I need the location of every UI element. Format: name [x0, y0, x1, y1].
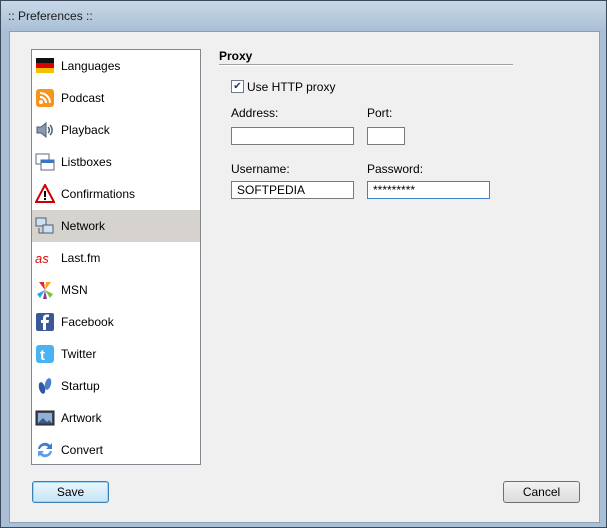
sidebar-item-msn[interactable]: MSN	[32, 274, 200, 306]
sidebar-item-convert[interactable]: Convert	[32, 434, 200, 464]
msn-icon	[37, 282, 53, 299]
use-http-proxy-checkbox[interactable]: ✔	[231, 80, 244, 93]
password-label: Password:	[367, 162, 424, 176]
sidebar-item-artwork[interactable]: Artwork	[32, 402, 200, 434]
flag-icon	[36, 58, 54, 73]
sidebar-item-label: Startup	[61, 379, 100, 393]
password-input[interactable]	[367, 181, 490, 199]
title-bar[interactable]: :: Preferences ::	[1, 1, 606, 31]
port-label: Port:	[367, 106, 393, 120]
save-button[interactable]: Save	[32, 481, 109, 503]
twitter-icon: t	[36, 345, 54, 364]
sidebar-item-label: Network	[61, 219, 106, 233]
lastfm-icon: as	[35, 251, 49, 266]
startup-icon	[38, 378, 52, 394]
sidebar-item-twitter[interactable]: t Twitter	[32, 338, 200, 370]
preferences-sidebar: Languages Podcast Playback Listboxes Con…	[31, 49, 201, 465]
artwork-icon	[35, 410, 55, 426]
sidebar-item-network[interactable]: Network	[32, 210, 200, 242]
speaker-icon	[36, 121, 53, 139]
svg-text:t: t	[40, 347, 45, 364]
sidebar-item-playback[interactable]: Playback	[32, 114, 200, 146]
sidebar-item-label: Twitter	[61, 347, 97, 361]
sidebar-item-label: Podcast	[61, 91, 105, 105]
rss-icon	[36, 89, 54, 107]
preferences-window: :: Preferences :: Languages Podcast Play…	[0, 0, 607, 528]
sidebar-item-languages[interactable]: Languages	[32, 50, 200, 82]
username-input[interactable]	[231, 181, 354, 199]
sidebar-item-label: Artwork	[61, 411, 102, 425]
list-icon	[35, 153, 55, 171]
address-input[interactable]	[231, 127, 354, 145]
cancel-button[interactable]: Cancel	[503, 481, 580, 503]
sidebar-item-lastfm[interactable]: as Last.fm	[32, 242, 200, 274]
warning-icon	[35, 184, 55, 203]
address-label: Address:	[231, 106, 279, 120]
proxy-section-title: Proxy	[219, 49, 253, 63]
section-divider	[219, 64, 513, 66]
sidebar-item-startup[interactable]: Startup	[32, 370, 200, 402]
use-http-proxy-label[interactable]: Use HTTP proxy	[247, 80, 335, 94]
network-icon	[35, 217, 54, 234]
sidebar-item-label: Languages	[61, 59, 121, 73]
sidebar-item-podcast[interactable]: Podcast	[32, 82, 200, 114]
convert-icon	[38, 442, 52, 458]
window-title: :: Preferences ::	[8, 9, 93, 23]
sidebar-item-label: Playback	[61, 123, 110, 137]
sidebar-item-facebook[interactable]: Facebook	[32, 306, 200, 338]
checkmark-icon: ✔	[233, 81, 242, 92]
svg-text:as: as	[35, 251, 49, 266]
sidebar-item-label: Last.fm	[61, 251, 101, 265]
sidebar-item-label: Listboxes	[61, 155, 112, 169]
sidebar-item-listboxes[interactable]: Listboxes	[32, 146, 200, 178]
port-input[interactable]	[367, 127, 405, 145]
sidebar-item-confirmations[interactable]: Confirmations	[32, 178, 200, 210]
client-area: Languages Podcast Playback Listboxes Con…	[9, 31, 600, 523]
sidebar-item-label: Facebook	[61, 315, 114, 329]
sidebar-item-label: MSN	[61, 283, 88, 297]
sidebar-item-label: Confirmations	[61, 187, 136, 201]
sidebar-item-label: Convert	[61, 443, 104, 457]
facebook-icon	[36, 313, 54, 331]
username-label: Username:	[231, 162, 290, 176]
